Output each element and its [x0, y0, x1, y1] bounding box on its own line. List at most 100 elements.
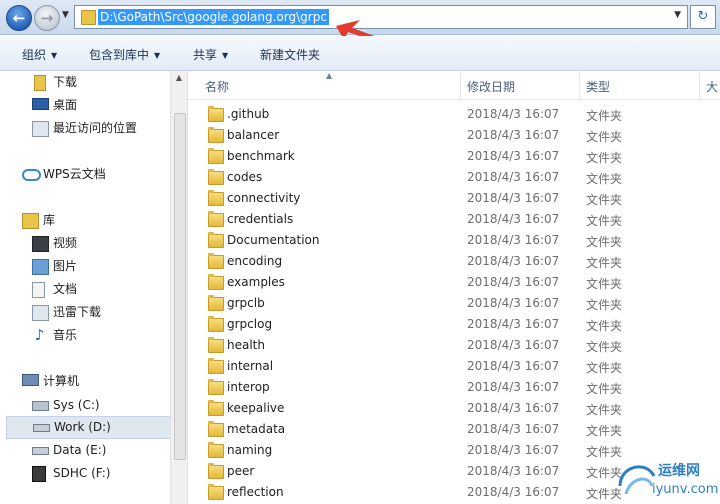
file-name: examples: [227, 275, 285, 289]
library-icon: [22, 213, 39, 229]
file-name: benchmark: [227, 149, 295, 163]
nav-label: 音乐: [53, 328, 78, 342]
file-date: 2018/4/3 16:07: [467, 443, 560, 457]
watermark: 运维网 iyunv.com: [612, 454, 720, 504]
scroll-up-icon[interactable]: ▲: [171, 71, 187, 85]
nav-item-videos[interactable]: 视频: [32, 233, 162, 253]
folder-icon: [208, 274, 224, 290]
back-button[interactable]: ←: [6, 5, 32, 31]
system-drive-icon: [32, 401, 49, 411]
new-folder-button[interactable]: 新建文件夹: [260, 46, 320, 63]
folder-icon: [208, 211, 224, 227]
nav-label: 最近访问的位置: [53, 121, 138, 135]
column-type[interactable]: 类型: [586, 78, 610, 95]
nav-item-documents[interactable]: 文档: [32, 279, 162, 299]
nav-label: Sys (C:): [53, 398, 100, 412]
file-row[interactable]: encoding 2018/4/3 16:07 文件夹: [188, 251, 720, 272]
navigation-pane: 下载 桌面 最近访问的位置 WPS云文档 库 视频 图片 文档 迅雷下载 ♪ 音…: [0, 71, 172, 504]
forward-button[interactable]: →: [34, 5, 60, 31]
column-divider[interactable]: [699, 71, 700, 99]
file-list: .github 2018/4/3 16:07 文件夹 balancer 2018/4/3…: [188, 104, 720, 504]
file-date: 2018/4/3 16:07: [467, 296, 560, 310]
file-type: 文件夹: [586, 193, 623, 207]
caret-down-icon: ▼: [154, 51, 161, 60]
folder-icon: [208, 421, 224, 437]
file-row[interactable]: connectivity 2018/4/3 16:07 文件夹: [188, 188, 720, 209]
file-date: 2018/4/3 16:07: [467, 212, 560, 226]
file-row[interactable]: metadata 2018/4/3 16:07 文件夹: [188, 419, 720, 440]
file-row[interactable]: examples 2018/4/3 16:07 文件夹: [188, 272, 720, 293]
nav-item-recent[interactable]: 最近访问的位置: [32, 118, 168, 138]
nav-label: 视频: [53, 236, 78, 250]
nav-item-sys-c[interactable]: Sys (C:): [32, 395, 162, 415]
file-name: encoding: [227, 254, 283, 268]
column-modified[interactable]: 修改日期: [467, 78, 515, 95]
file-name: internal: [227, 359, 274, 373]
file-name: peer: [227, 464, 255, 478]
file-type: 文件夹: [586, 151, 623, 165]
column-size[interactable]: 大: [706, 78, 718, 95]
file-row[interactable]: Documentation 2018/4/3 16:07 文件夹: [188, 230, 720, 251]
organize-menu[interactable]: 组织 ▼: [22, 46, 57, 63]
file-name: naming: [227, 443, 273, 457]
column-divider[interactable]: [460, 71, 461, 99]
nav-item-wps[interactable]: WPS云文档: [22, 164, 162, 184]
nav-label: 计算机: [43, 374, 80, 388]
nav-item-downloads[interactable]: 下载: [32, 72, 162, 92]
file-name: codes: [227, 170, 263, 184]
file-date: 2018/4/3 16:07: [467, 464, 560, 478]
nav-item-pictures[interactable]: 图片: [32, 256, 162, 276]
nav-item-desktop[interactable]: 桌面: [32, 95, 162, 115]
address-path-text[interactable]: D:\GoPath\Src\google.golang.org\grpc: [98, 9, 329, 25]
file-row[interactable]: internal 2018/4/3 16:07 文件夹: [188, 356, 720, 377]
column-name[interactable]: 名称: [205, 78, 229, 95]
file-date: 2018/4/3 16:07: [467, 170, 560, 184]
cloud-icon: [22, 169, 41, 181]
file-date: 2018/4/3 16:07: [467, 359, 560, 373]
folder-icon: [208, 379, 224, 395]
nav-label: 库: [43, 213, 56, 227]
forward-arrow-icon: →: [40, 9, 54, 27]
nav-item-work-d[interactable]: Work (D:): [6, 416, 172, 439]
nav-item-computer[interactable]: 计算机: [22, 371, 162, 391]
scroll-thumb[interactable]: [174, 113, 186, 460]
file-name: reflection: [227, 485, 284, 499]
include-in-library-menu[interactable]: 包含到库中 ▼: [89, 46, 160, 63]
address-dropdown-icon[interactable]: ▼: [674, 10, 681, 20]
folder-icon: [81, 10, 96, 25]
file-row[interactable]: balancer 2018/4/3 16:07 文件夹: [188, 125, 720, 146]
file-type: 文件夹: [586, 130, 623, 144]
file-row[interactable]: health 2018/4/3 16:07 文件夹: [188, 335, 720, 356]
history-dropdown-icon[interactable]: ▼: [62, 10, 69, 20]
share-menu[interactable]: 共享 ▼: [193, 46, 228, 63]
file-row[interactable]: grpclog 2018/4/3 16:07 文件夹: [188, 314, 720, 335]
file-row[interactable]: benchmark 2018/4/3 16:07 文件夹: [188, 146, 720, 167]
file-date: 2018/4/3 16:07: [467, 380, 560, 394]
file-name: connectivity: [227, 191, 301, 205]
file-name: interop: [227, 380, 270, 394]
nav-item-thunder[interactable]: 迅雷下载: [32, 302, 162, 322]
refresh-button[interactable]: ↻: [690, 5, 716, 29]
folder-icon: [208, 295, 224, 311]
nav-label: SDHC (F:): [53, 466, 111, 480]
file-row[interactable]: credentials 2018/4/3 16:07 文件夹: [188, 209, 720, 230]
folder-icon: [208, 253, 224, 269]
file-row[interactable]: codes 2018/4/3 16:07 文件夹: [188, 167, 720, 188]
nav-item-sdhc-f[interactable]: SDHC (F:): [32, 463, 162, 483]
nav-scrollbar[interactable]: ▲: [170, 71, 187, 504]
column-divider[interactable]: [579, 71, 580, 99]
file-row[interactable]: keepalive 2018/4/3 16:07 文件夹: [188, 398, 720, 419]
file-row[interactable]: interop 2018/4/3 16:07 文件夹: [188, 377, 720, 398]
folder-icon: [208, 169, 224, 185]
file-row[interactable]: grpclb 2018/4/3 16:07 文件夹: [188, 293, 720, 314]
nav-item-music[interactable]: ♪ 音乐: [32, 325, 162, 345]
file-date: 2018/4/3 16:07: [467, 107, 560, 121]
file-type: 文件夹: [586, 403, 623, 417]
file-row[interactable]: .github 2018/4/3 16:07 文件夹: [188, 104, 720, 125]
file-date: 2018/4/3 16:07: [467, 317, 560, 331]
nav-item-data-e[interactable]: Data (E:): [32, 440, 162, 460]
music-note-icon: ♪: [34, 326, 45, 344]
nav-item-libraries[interactable]: 库: [22, 210, 162, 230]
file-name: health: [227, 338, 265, 352]
file-type: 文件夹: [586, 382, 623, 396]
